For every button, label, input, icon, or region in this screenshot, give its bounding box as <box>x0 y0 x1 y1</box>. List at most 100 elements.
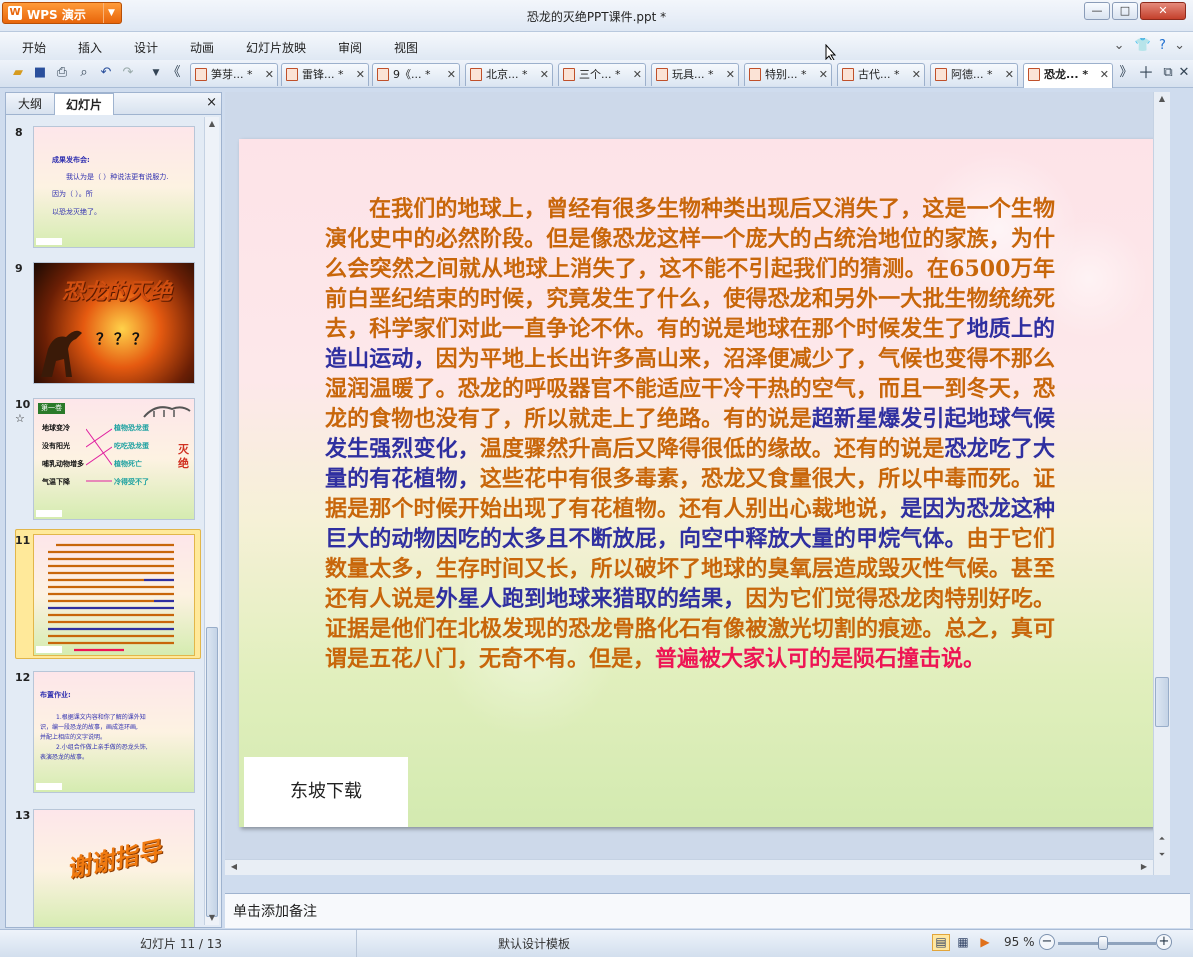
ppt-file-icon <box>286 68 298 81</box>
scroll-up-icon[interactable]: ▲ <box>205 117 219 131</box>
ppt-file-icon <box>470 68 482 81</box>
menu-start[interactable]: 开始 <box>22 39 46 56</box>
ppt-file-icon <box>563 68 575 81</box>
close-icon[interactable]: ✕ <box>447 64 456 85</box>
print-icon[interactable]: ⎙ <box>54 65 70 81</box>
close-icon[interactable]: ✕ <box>912 64 921 85</box>
panel-tabs: 大纲 幻灯片 × <box>6 93 221 115</box>
new-tab-icon[interactable]: ＋ <box>1138 65 1154 81</box>
doc-tab-10-active[interactable]: 恐龙... * ✕ <box>1023 63 1113 88</box>
scrollbar-thumb[interactable] <box>206 627 218 917</box>
slide-editor: 在我们的地球上，曾经有很多生物种类出现后又消失了，这是一个生物演化史中的必然阶段… <box>225 92 1170 875</box>
close-icon[interactable]: ✕ <box>633 64 642 85</box>
close-icon[interactable]: ✕ <box>1100 64 1109 85</box>
editor-horizontal-scrollbar[interactable]: ◀ ▶ <box>225 859 1153 875</box>
connector-lines <box>86 428 112 482</box>
slide-text-segment: 普遍被大家认可的是陨石撞击说。 <box>655 646 986 672</box>
slideshow-view-icon[interactable]: ▶ <box>976 934 994 951</box>
zoom-out-icon[interactable]: − <box>1039 934 1055 950</box>
skin-icon[interactable]: 👕 <box>1135 38 1151 53</box>
menu-right-controls: ⌄ 👕 ? ⌄ <box>1114 38 1185 53</box>
next-slide-icon[interactable]: ⏷ <box>1155 848 1169 862</box>
minimize-button[interactable]: — <box>1084 2 1110 20</box>
close-icon[interactable]: ✕ <box>1005 64 1014 85</box>
menu-insert[interactable]: 插入 <box>78 39 102 56</box>
scrollbar-thumb[interactable] <box>1155 677 1169 727</box>
slide-thumbnail-13[interactable]: 谢谢指导 <box>33 809 195 927</box>
notes-pane[interactable]: 单击添加备注 <box>225 893 1190 928</box>
zoom-in-icon[interactable]: + <box>1156 934 1172 950</box>
ppt-file-icon <box>377 68 389 81</box>
notes-splitter[interactable] <box>225 875 1190 893</box>
slide-thumbnail-8[interactable]: 成果发布会: 我认为是（ ）种说法更有说服力. 因为（ ）。所 以恐龙灭绝了。 <box>33 126 195 248</box>
thumb-number: 13 <box>15 809 31 822</box>
doc-tab-5[interactable]: 三个... * ✕ <box>558 63 646 86</box>
thumb-number: 9 <box>15 262 23 275</box>
previous-slide-icon[interactable]: ⏶ <box>1155 832 1169 846</box>
doc-tab-3[interactable]: 9《... * ✕ <box>372 63 460 86</box>
help-icon[interactable]: ? <box>1159 38 1166 53</box>
toolbar: ▰ ■ ⎙ ⌕ ↶ ↷ ▼ 《 笋芽... * ✕ 雷锋... * ✕ 9《... … <box>0 60 1193 88</box>
thumbnail-list: 8 成果发布会: 我认为是（ ）种说法更有说服力. 因为（ ）。所 以恐龙灭绝了… <box>6 116 202 927</box>
save-icon[interactable]: ■ <box>32 65 48 81</box>
tab-scroll-left-icon[interactable]: 《 <box>166 65 182 81</box>
menu-review[interactable]: 审阅 <box>338 39 362 56</box>
slide-thumbnail-10[interactable]: 第一卷 地球变冷 没有阳光 哺乳动物增多 气温下降 植物恐龙蛋 吃吃恐龙蛋 植物… <box>33 398 195 520</box>
tab-slides[interactable]: 幻灯片 <box>54 93 114 115</box>
close-button[interactable]: ✕ <box>1140 2 1186 20</box>
editor-vertical-scrollbar[interactable]: ▲ ⏶ ⏷ <box>1153 92 1170 875</box>
close-icon[interactable]: ✕ <box>1176 65 1192 81</box>
chevron-down-icon[interactable]: ⌄ <box>1174 38 1185 53</box>
tab-outline[interactable]: 大纲 <box>10 93 50 115</box>
doc-tab-9[interactable]: 阿德... * ✕ <box>930 63 1018 86</box>
menu-slideshow[interactable]: 幻灯片放映 <box>246 39 306 56</box>
template-name: 默认设计模板 <box>498 937 571 951</box>
doc-tab-6[interactable]: 玩具... * ✕ <box>651 63 739 86</box>
notes-placeholder: 单击添加备注 <box>233 904 317 920</box>
scroll-left-icon[interactable]: ◀ <box>227 860 241 874</box>
maximize-button[interactable]: □ <box>1112 2 1138 20</box>
slide-thumbnail-11[interactable] <box>33 534 195 656</box>
doc-tab-7[interactable]: 特别... * ✕ <box>744 63 832 86</box>
title-bar: W WPS 演示 ▼ 恐龙的灭绝PPT课件.ppt * — □ ✕ <box>0 0 1193 32</box>
menu-design[interactable]: 设计 <box>134 39 158 56</box>
doc-tab-4[interactable]: 北京... * ✕ <box>465 63 553 86</box>
slide-counter: 幻灯片 11 / 13 <box>140 937 223 951</box>
close-icon[interactable]: ✕ <box>819 64 828 85</box>
slide-canvas[interactable]: 在我们的地球上，曾经有很多生物种类出现后又消失了，这是一个生物演化史中的必然阶段… <box>239 139 1155 827</box>
slide-thumbnail-9[interactable]: 恐龙的灭绝 ？？？ <box>33 262 195 384</box>
doc-tab-8[interactable]: 古代... * ✕ <box>837 63 925 86</box>
menu-view[interactable]: 视图 <box>394 39 418 56</box>
zoom-slider-knob[interactable] <box>1098 936 1108 950</box>
close-icon[interactable]: × <box>206 95 217 110</box>
close-icon[interactable]: ✕ <box>726 64 735 85</box>
slide-text-segment: 温度骤然升高后又降得很低的缘故。还有的说是 <box>479 436 945 462</box>
undo-icon[interactable]: ↶ <box>98 65 114 81</box>
doc-tab-2[interactable]: 雷锋... * ✕ <box>281 63 369 86</box>
menu-animation[interactable]: 动画 <box>190 39 214 56</box>
tab-scroll-right-icon[interactable]: 》 <box>1118 65 1134 81</box>
close-icon[interactable]: ✕ <box>265 64 274 85</box>
print-preview-icon[interactable]: ⌕ <box>76 65 92 81</box>
slide-thumbnail-12[interactable]: 布置作业: 1.根据课文内容和你了解的课外知 识，编一段恐龙的故事，画成连环画,… <box>33 671 195 793</box>
close-icon[interactable]: ✕ <box>356 64 365 85</box>
restore-doc-icon[interactable]: ⧉ <box>1160 65 1176 81</box>
normal-view-icon[interactable]: ▤ <box>932 934 950 951</box>
redo-icon[interactable]: ↷ <box>120 65 136 81</box>
doc-tab-1[interactable]: 笋芽... * ✕ <box>190 63 278 86</box>
slide-sorter-view-icon[interactable]: ▦ <box>954 934 972 951</box>
dinosaur-silhouette-icon <box>41 330 82 377</box>
scroll-right-icon[interactable]: ▶ <box>1137 860 1151 874</box>
open-folder-icon[interactable]: ▰ <box>10 65 26 81</box>
slide-body-text[interactable]: 在我们的地球上，曾经有很多生物种类出现后又消失了，这是一个生物演化史中的必然阶段… <box>325 194 1055 674</box>
animation-star-icon: ☆ <box>15 412 25 425</box>
thumb-number: 12 <box>15 671 31 684</box>
close-icon[interactable]: ✕ <box>540 64 549 85</box>
scroll-up-icon[interactable]: ▲ <box>1155 92 1169 106</box>
slide-text-segment: 在我们的地球上，曾经有很多生物种类出现后又消失了，这是一个生物演化史中的必然阶段… <box>325 196 1055 342</box>
watermark-label: 东坡下载 <box>244 757 408 827</box>
chevron-down-icon[interactable]: ▼ <box>148 65 164 81</box>
scroll-down-icon[interactable]: ▼ <box>205 911 219 925</box>
chevron-down-icon[interactable]: ⌄ <box>1114 38 1125 53</box>
panel-scrollbar[interactable]: ▲ ▼ <box>204 117 219 925</box>
